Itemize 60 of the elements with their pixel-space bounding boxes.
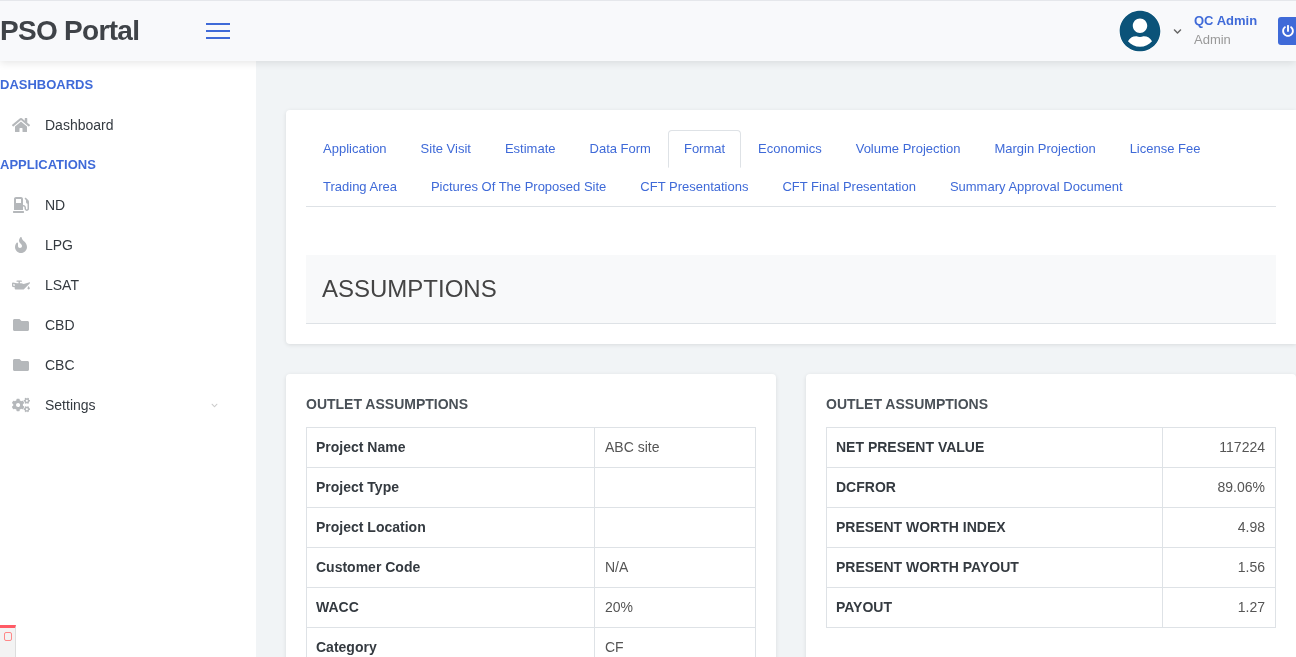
- sidebar-item[interactable]: Dashboard: [0, 105, 256, 145]
- sidebar-item[interactable]: LSAT: [0, 265, 256, 305]
- table-cell: NET PRESENT VALUE: [826, 427, 1163, 468]
- home-icon: [12, 117, 30, 133]
- tab[interactable]: Margin Projection: [977, 130, 1113, 168]
- card-title: OUTLET ASSUMPTIONS: [826, 395, 990, 414]
- table-cell: 1.56: [1162, 547, 1276, 588]
- table-cell: Project Type: [306, 467, 595, 508]
- table-cell: WACC: [306, 587, 595, 628]
- avatar-icon[interactable]: [1119, 10, 1161, 52]
- menu-button[interactable]: [204, 21, 232, 41]
- table-cell: 20%: [594, 587, 756, 628]
- tab[interactable]: Estimate: [487, 130, 573, 168]
- table-cell: 89.06%: [1162, 467, 1276, 508]
- gears-icon: [12, 397, 30, 413]
- user-name: QC Admin: [1194, 12, 1259, 30]
- tab[interactable]: Data Form: [572, 130, 668, 168]
- table-cell: Customer Code: [306, 547, 595, 588]
- sidebar-heading: APPLICATIONS: [0, 156, 97, 174]
- tab[interactable]: Pictures Of The Proposed Site: [413, 168, 624, 206]
- user-role: Admin: [1194, 31, 1232, 49]
- table-cell: 117224: [1162, 427, 1276, 468]
- tab[interactable]: Site Visit: [403, 130, 488, 168]
- sidebar-item[interactable]: ND: [0, 185, 256, 225]
- fuel-pump-icon: [12, 197, 30, 213]
- table-cell: Project Name: [306, 427, 595, 468]
- tab[interactable]: CFT Final Presentation: [765, 168, 933, 206]
- sidebar-heading: DASHBOARDS: [0, 76, 95, 94]
- sidebar-item[interactable]: CBD: [0, 305, 256, 345]
- table-cell: Category: [306, 627, 595, 657]
- power-icon: [1282, 25, 1294, 37]
- folder-icon: [12, 357, 30, 373]
- card-title: OUTLET ASSUMPTIONS: [306, 395, 470, 414]
- page-heading: ASSUMPTIONS: [322, 274, 497, 304]
- table-cell: 4.98: [1162, 507, 1276, 548]
- app-title: PSO Portal: [0, 14, 140, 48]
- tab[interactable]: Summary Approval Document: [932, 168, 1140, 206]
- tab[interactable]: Volume Projection: [838, 130, 978, 168]
- tab[interactable]: CFT Presentations: [623, 168, 766, 206]
- table-cell: N/A: [594, 547, 756, 588]
- table-cell: 1.27: [1162, 587, 1276, 628]
- flame-icon: [12, 237, 30, 253]
- caret-icon[interactable]: [1173, 26, 1182, 36]
- widget-icon[interactable]: [0, 625, 16, 657]
- tab[interactable]: License Fee: [1112, 130, 1218, 168]
- table-cell: Project Location: [306, 507, 595, 548]
- folder-icon: [12, 317, 30, 333]
- sidebar-item[interactable]: Settings: [0, 385, 256, 425]
- table-cell: PRESENT WORTH INDEX: [826, 507, 1163, 548]
- sidebar-item[interactable]: CBC: [0, 345, 256, 385]
- tab[interactable]: Application: [306, 130, 404, 168]
- table-cell: PRESENT WORTH PAYOUT: [826, 547, 1163, 588]
- tab[interactable]: Trading Area: [306, 168, 414, 206]
- tab[interactable]: Format: [667, 130, 742, 168]
- table-cell: ABC site: [594, 427, 756, 468]
- sidebar-item[interactable]: LPG: [0, 225, 256, 265]
- table-cell: DCFROR: [826, 467, 1163, 508]
- tab[interactable]: Economics: [741, 130, 839, 168]
- table-cell: PAYOUT: [826, 587, 1163, 628]
- power-button[interactable]: [1278, 17, 1296, 45]
